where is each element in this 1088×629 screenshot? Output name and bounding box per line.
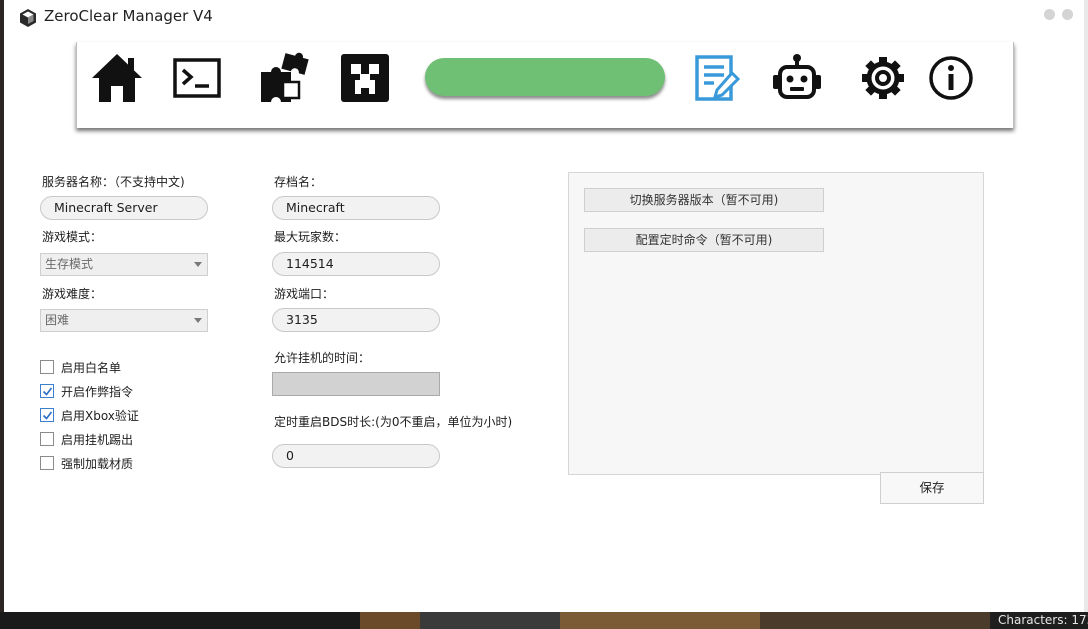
app-window: ZeroClear Manager V4 服务器名称：（不支持中文) Minec… xyxy=(4,0,1084,612)
background-status-text: Characters: 173 xyxy=(994,612,1088,629)
checkbox-label: 启用白名单 xyxy=(61,361,122,375)
checkmark-icon xyxy=(42,387,53,396)
console-button[interactable] xyxy=(167,50,227,110)
creeper-icon xyxy=(341,54,389,106)
advanced-options-panel: 切换服务器版本（暂不可用) 配置定时命令（暂不可用) xyxy=(568,172,984,475)
minimize-button[interactable] xyxy=(1044,9,1055,20)
minecraft-button[interactable] xyxy=(335,50,395,110)
checkbox[interactable] xyxy=(40,432,54,446)
close-button[interactable] xyxy=(1062,9,1073,20)
max-players-input[interactable]: 114514 xyxy=(272,252,440,276)
server-name-label: 服务器名称：（不支持中文) xyxy=(42,175,185,189)
configure-scheduled-commands-button[interactable]: 配置定时命令（暂不可用) xyxy=(584,228,824,252)
max-players-label: 最大玩家数： xyxy=(274,230,347,244)
game-mode-select[interactable]: 生存模式 xyxy=(40,253,208,276)
title-bar: ZeroClear Manager V4 xyxy=(4,0,1084,34)
game-mode-value: 生存模式 xyxy=(45,257,94,271)
plugins-button[interactable] xyxy=(253,50,313,110)
gear-icon xyxy=(859,54,907,106)
bot-button[interactable] xyxy=(767,50,827,110)
server-config-button[interactable] xyxy=(687,50,747,110)
afk-time-input[interactable] xyxy=(272,372,440,396)
robot-icon xyxy=(771,53,823,107)
difficulty-value: 困难 xyxy=(45,313,70,327)
game-mode-label: 游戏模式： xyxy=(42,230,103,244)
checkbox-label: 启用挂机踢出 xyxy=(61,433,134,447)
edit-document-icon xyxy=(692,53,742,107)
home-button[interactable] xyxy=(87,50,147,110)
desktop-background xyxy=(0,612,1088,629)
afk-time-label: 允许挂机的时间： xyxy=(274,351,371,365)
checkbox-label: 强制加载材质 xyxy=(61,457,134,471)
checkbox[interactable] xyxy=(40,384,54,398)
terminal-icon xyxy=(173,58,221,102)
info-icon xyxy=(928,55,974,105)
checkbox[interactable] xyxy=(40,408,54,422)
main-toolbar xyxy=(76,42,1014,128)
desktop-background-edge xyxy=(1084,0,1088,612)
save-name-label: 存档名： xyxy=(274,175,323,189)
switch-server-version-button[interactable]: 切换服务器版本（暂不可用) xyxy=(584,188,824,212)
checkbox-label: 开启作弊指令 xyxy=(61,385,134,399)
window-title: ZeroClear Manager V4 xyxy=(44,7,213,25)
checkbox-label: 启用Xbox验证 xyxy=(61,409,139,423)
difficulty-label: 游戏难度： xyxy=(42,287,103,301)
checkbox[interactable] xyxy=(40,456,54,470)
checkmark-icon xyxy=(42,411,53,420)
save-button[interactable]: 保存 xyxy=(880,472,984,504)
game-port-label: 游戏端口： xyxy=(274,287,335,301)
home-icon xyxy=(90,52,144,108)
chevron-down-icon xyxy=(194,262,202,267)
chevron-down-icon xyxy=(194,318,202,323)
save-name-input[interactable]: Minecraft xyxy=(272,196,440,220)
about-button[interactable] xyxy=(921,50,981,110)
game-port-input[interactable]: 3135 xyxy=(272,308,440,332)
status-progress-bar xyxy=(425,58,665,96)
server-name-input[interactable]: Minecraft Server xyxy=(40,196,208,220)
difficulty-select[interactable]: 困难 xyxy=(40,309,208,332)
settings-button[interactable] xyxy=(853,50,913,110)
restart-interval-input[interactable]: 0 xyxy=(272,444,440,468)
checkbox[interactable] xyxy=(40,360,54,374)
restart-interval-label: 定时重启BDS时长:(为0不重启，单位为小时) xyxy=(274,415,513,429)
puzzle-icon xyxy=(257,52,309,108)
app-logo-icon xyxy=(18,8,38,28)
